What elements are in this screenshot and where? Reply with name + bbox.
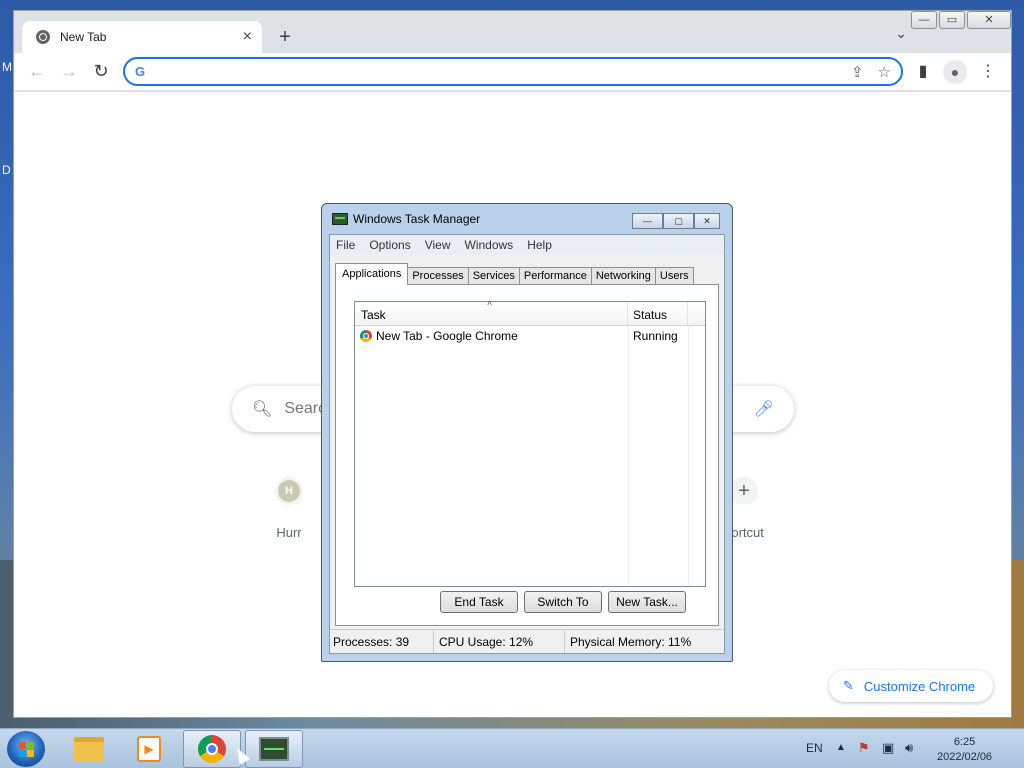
clock-date: 2022/02/06 [937,751,993,763]
processes-count: Processes: 39 [330,630,434,653]
end-task-button[interactable]: End Task [440,591,518,613]
plus-icon: + [738,479,750,502]
windows-logo-icon [18,741,34,757]
task-manager-body: File Options View Windows Help Applicati… [329,234,725,654]
tab-performance[interactable]: Performance [518,267,592,285]
volume-icon[interactable]: 🔊︎ [905,740,913,756]
maximize-button[interactable]: ▭ [939,11,965,29]
shortcut-tile[interactable]: H Hurr [249,477,329,540]
physical-memory: Physical Memory: 11% [570,635,692,649]
network-icon[interactable]: ▣︎ [882,740,894,756]
column-divider [628,326,629,586]
google-logo-icon: G [135,64,146,79]
tab-applications[interactable]: Applications [335,263,409,285]
task-manager-icon [332,213,348,225]
reload-icon[interactable]: ↻ [89,59,113,83]
shortcut-icon: H [275,477,303,505]
media-player-icon: ▶︎ [137,736,161,762]
search-icon: 🔍︎ [252,401,273,418]
task-cell: New Tab - Google Chrome [355,329,628,343]
taskbar-task-manager[interactable] [245,730,303,768]
menu-windows[interactable]: Windows [465,238,514,252]
table-row[interactable]: New Tab - Google Chrome Running [355,326,705,346]
language-indicator[interactable]: EN [806,741,823,755]
task-manager-icon [259,737,289,761]
folder-icon [74,737,104,761]
status-bar: Processes: 39 CPU Usage: 12% Physical Me… [330,629,724,653]
column-header-task[interactable]: ˄ Task [355,298,628,325]
chrome-icon [360,330,372,342]
tab-close-icon[interactable]: × [243,28,252,46]
close-button[interactable]: ✕ [694,213,720,229]
minimize-button[interactable]: — [911,11,937,29]
list-header: ˄ Task Status [355,298,705,326]
add-shortcut-icon: + [730,477,758,505]
minimize-button[interactable]: — [632,213,663,229]
clock-time: 6:25 [953,736,976,748]
system-clock[interactable]: 6:25 2022/02/06 [937,735,992,765]
shortcut-label: Hurr [276,525,302,540]
menu-options[interactable]: Options [369,238,410,252]
address-bar[interactable]: G ⇪ ☆ [123,57,903,86]
back-arrow-icon[interactable]: ← [25,59,49,83]
status-cell: Running [633,329,678,343]
task-manager-titlebar[interactable]: Windows Task Manager — ▢ ✕ [322,204,732,234]
tab-bar: Applications Processes Services Performa… [335,263,694,285]
task-list: ˄ Task Status New Tab - Google Chrome Ru… [354,298,706,587]
close-button[interactable]: ✕ [967,11,1011,29]
tab-users[interactable]: Users [654,267,694,285]
column-header-status[interactable]: Status [628,302,688,325]
tab-search-icon[interactable]: ⌄ [895,25,907,42]
tab-networking[interactable]: Networking [590,267,656,285]
switch-to-button[interactable]: Switch To [524,591,602,613]
tab-processes[interactable]: Processes [407,267,469,285]
chrome-favicon-icon [36,30,50,44]
browser-toolbar: ← → ↻ G ⇪ ☆ ▮ ● ⋮ [14,53,1011,91]
applications-panel: ˄ Task Status New Tab - Google Chrome Ru… [335,284,719,626]
desktop-icon-label: M [2,60,12,74]
microphone-icon[interactable]: 🎤︎ [754,399,774,419]
customize-chrome-button[interactable]: ✎ Customize Chrome [829,670,993,702]
column-divider [688,326,689,586]
taskbar-media-player[interactable]: ▶︎ [120,730,178,768]
taskbar-chrome[interactable] [183,730,241,768]
column-label: Task [361,308,386,322]
address-input[interactable] [153,63,837,80]
window-title: Windows Task Manager [353,212,481,226]
task-name: New Tab - Google Chrome [376,329,518,343]
tab-services[interactable]: Services [467,267,520,285]
menu-help[interactable]: Help [527,238,552,252]
desktop-icon-label: D [2,163,11,177]
menu-bar: File Options View Windows Help [330,235,724,254]
cpu-usage: CPU Usage: 12% [434,630,565,653]
sort-arrow-icon: ˄ [487,298,493,308]
customize-label: Customize Chrome [863,678,976,694]
start-button[interactable] [7,731,45,767]
side-panel-icon[interactable]: ▮ [912,61,934,81]
chrome-icon [198,735,226,763]
menu-file[interactable]: File [336,238,355,252]
show-hidden-icons-icon[interactable]: ▲ [836,742,846,753]
window-controls: — ▢ ✕ [632,213,720,229]
bookmark-star-icon[interactable]: ☆ [878,63,891,81]
taskbar-explorer[interactable] [60,730,118,768]
maximize-button[interactable]: ▢ [663,213,694,229]
task-manager-window: Windows Task Manager — ▢ ✕ File Options … [321,203,733,662]
window-controls: — ▭ ✕ [911,11,1011,29]
new-tab-button[interactable]: + [273,25,297,49]
shortcut-letter: H [278,480,300,502]
tab-strip: New Tab × + ⌄ — ▭ ✕ [14,11,1011,53]
profile-avatar-icon[interactable]: ● [943,60,967,84]
menu-view[interactable]: View [425,238,451,252]
share-icon[interactable]: ⇪ [851,63,864,81]
new-task-button[interactable]: New Task... [608,591,686,613]
tab-new-tab[interactable]: New Tab × [22,21,262,53]
pencil-icon: ✎ [843,678,854,693]
taskbar: ▶︎ EN ▲ ⚑︎ ▣︎ 🔊︎ 6:25 2022/02/06 [0,728,1024,768]
tab-title: New Tab [60,30,107,44]
chrome-menu-icon[interactable]: ⋮ [977,61,999,81]
forward-arrow-icon[interactable]: → [57,59,81,83]
action-center-flag-icon[interactable]: ⚑︎ [858,740,870,756]
